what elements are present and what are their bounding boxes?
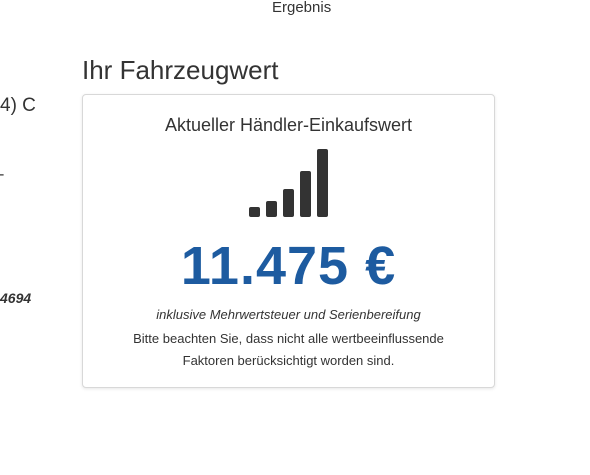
cut-off-left-text: 4694 bbox=[0, 290, 32, 306]
section-title: Ihr Fahrzeugwert bbox=[82, 55, 279, 85]
signal-bar bbox=[317, 149, 328, 217]
vat-note: inklusive Mehrwertsteuer und Serienberei… bbox=[156, 307, 421, 322]
signal-bar bbox=[266, 201, 277, 217]
disclaimer-line-1: Bitte beachten Sie, dass nicht alle wert… bbox=[133, 331, 444, 346]
signal-strength-icon bbox=[248, 147, 330, 217]
cut-off-left-text: - bbox=[0, 166, 4, 184]
card-heading: Aktueller Händler-Einkaufswert bbox=[164, 115, 413, 135]
signal-bar bbox=[300, 171, 311, 217]
vehicle-value-card: Aktueller Händler-Einkaufswert 11.475 € … bbox=[82, 94, 495, 388]
tab-ergebnis[interactable]: Ergebnis bbox=[272, 0, 331, 16]
signal-bar bbox=[283, 189, 294, 217]
page: Ergebnis 4) C - 4694 Ihr Fahrzeugwert Ak… bbox=[0, 0, 590, 475]
disclaimer-line-2: Faktoren berücksichtigt worden sind. bbox=[182, 353, 395, 368]
cut-off-left-text: 4) C bbox=[0, 95, 36, 116]
price-value: 11.475 € bbox=[180, 236, 397, 296]
signal-bar bbox=[249, 207, 260, 217]
